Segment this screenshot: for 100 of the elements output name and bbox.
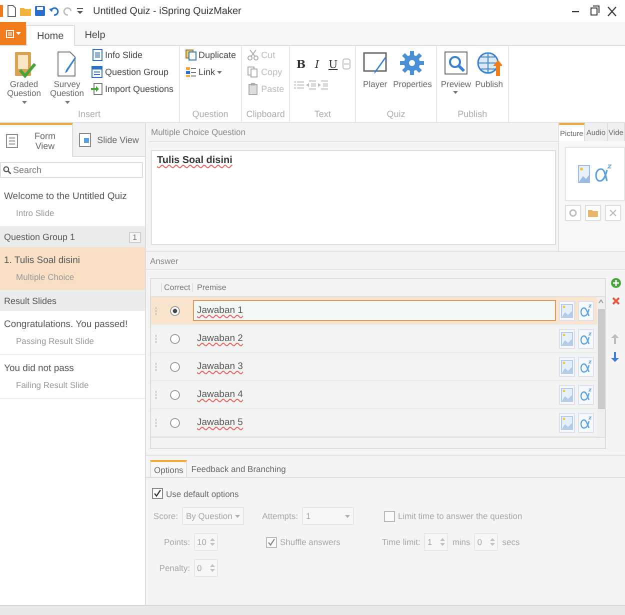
insert-picture-button[interactable] (559, 412, 575, 432)
radio-button[interactable] (170, 390, 180, 400)
radio-button[interactable] (170, 418, 180, 428)
drag-handle-icon[interactable] (155, 418, 157, 426)
open-folder-icon[interactable] (20, 6, 31, 16)
ribbon-button[interactable]: Question Group (90, 65, 175, 79)
ribbon-button[interactable]: Duplicate (184, 48, 238, 62)
insert-formula-button[interactable] (578, 384, 594, 404)
clipboard-icon (247, 83, 260, 95)
drag-handle-icon[interactable] (155, 306, 157, 314)
image-icon (561, 388, 573, 402)
search-field[interactable]: Search (0, 162, 143, 178)
answer-field[interactable]: Jawaban 1 (193, 300, 556, 321)
ribbon-tab[interactable]: Home (26, 25, 75, 46)
ribbon-button[interactable]: Graded Question (4, 48, 44, 109)
globe-arrow-icon (476, 50, 502, 78)
insert-picture-button[interactable] (559, 384, 575, 404)
copy-icon (247, 66, 260, 78)
slide-list-item[interactable]: 1. Tulis Soal disini Multiple Choice (0, 247, 145, 291)
settings-button[interactable] (565, 205, 581, 221)
insert-picture-button[interactable] (559, 300, 575, 320)
ribbon-button[interactable]: Link (184, 65, 238, 79)
answer-field[interactable]: Jawaban 4 (193, 384, 556, 405)
caret-icon (235, 514, 240, 518)
group-header[interactable]: Question Group 1 1 (0, 227, 145, 247)
slide-type: Multiple Choice (15, 272, 76, 282)
group-header[interactable]: Result Slides (0, 291, 145, 311)
app-menu-button[interactable] (0, 22, 26, 45)
list-icon (91, 66, 103, 78)
ribbon-group-label: Text (313, 109, 332, 121)
answer-row[interactable]: Jawaban 2 (151, 325, 597, 353)
ribbon-group-label: Clipboard (246, 109, 286, 121)
answer-field[interactable]: Jawaban 2 (193, 328, 556, 349)
ribbon-group-label: Insert (77, 109, 102, 121)
bullet-list-icon[interactable] (294, 80, 304, 90)
ribbon-group-label: Publish (456, 109, 488, 121)
formula-icon (580, 388, 592, 402)
insert-formula-button[interactable] (578, 412, 594, 432)
settings-icon (399, 50, 426, 78)
new-file-icon[interactable] (7, 5, 16, 17)
slide-title: You did not pass (4, 363, 75, 374)
ribbon-button[interactable]: Import Questions (90, 82, 175, 96)
move-up-icon[interactable] (611, 334, 619, 344)
answer-field[interactable]: Jawaban 3 (193, 356, 556, 377)
undo-icon[interactable] (49, 6, 59, 16)
insert-formula-button[interactable] (578, 328, 594, 348)
insert-formula-button[interactable] (578, 300, 594, 320)
move-down-icon[interactable] (611, 352, 619, 362)
insert-formula-button[interactable] (578, 356, 594, 376)
view-tab[interactable]: Form View (0, 123, 73, 157)
slide-title: 1. Tulis Soal disini (4, 255, 82, 266)
answer-row[interactable]: Jawaban 1 (151, 297, 597, 325)
ribbon-tab[interactable]: Help (74, 25, 116, 45)
add-icon[interactable] (611, 278, 621, 288)
radio-button[interactable] (170, 362, 180, 372)
insert-picture-button[interactable] (559, 356, 575, 376)
delete-icon[interactable] (611, 296, 621, 306)
answer-row[interactable]: Jawaban 5 (151, 409, 597, 437)
underline-button[interactable]: U (326, 56, 340, 72)
ribbon-button[interactable]: Preview (440, 48, 472, 109)
ribbon-button[interactable]: Survey Question (47, 48, 87, 109)
insert-picture-button[interactable] (559, 328, 575, 348)
slide-type: Intro Slide (15, 208, 56, 218)
section-header: Multiple Choice Question (149, 123, 558, 142)
scrollbar[interactable] (597, 297, 605, 437)
ribbon-button[interactable]: Player (360, 48, 390, 109)
field-label: Attempts: (261, 511, 298, 521)
close-icon[interactable] (605, 4, 619, 18)
drag-handle-icon[interactable] (155, 362, 157, 370)
drag-handle-icon[interactable] (155, 390, 157, 398)
window-title: Untitled Quiz - iSpring QuizMaker (93, 6, 242, 16)
folder-button[interactable] (585, 205, 601, 221)
search-icon (3, 166, 11, 174)
close-button[interactable] (605, 205, 621, 221)
image-icon[interactable] (578, 165, 590, 183)
answer-row[interactable]: Jawaban 3 (151, 353, 597, 381)
indent-decrease-icon[interactable] (306, 80, 316, 90)
indent-increase-icon[interactable] (318, 80, 328, 90)
ribbon-button[interactable]: Info Slide (90, 48, 175, 62)
ribbon-group-label: Question (191, 109, 230, 121)
answer-field[interactable]: Jawaban 5 (193, 412, 556, 433)
answer-row[interactable]: Jawaban 4 (151, 381, 597, 409)
document-icon (91, 49, 103, 61)
save-icon[interactable] (35, 6, 45, 16)
radio-button[interactable] (170, 306, 180, 316)
redo-icon[interactable] (63, 6, 73, 16)
app-logo-icon (0, 5, 3, 17)
radio-button[interactable] (170, 334, 180, 344)
image-icon (561, 304, 573, 318)
italic-button[interactable]: I (310, 56, 324, 72)
bold-button[interactable]: B (294, 56, 308, 72)
ribbon-button[interactable]: Publish (474, 48, 504, 109)
customize-toolbar-icon[interactable] (77, 8, 83, 14)
ribbon-button[interactable]: Properties (393, 48, 432, 109)
slide-icon (79, 132, 92, 146)
question-text-field[interactable]: Tulis Soal disini (151, 150, 556, 245)
field-label: Score: (152, 511, 178, 521)
formula-icon[interactable] (594, 164, 612, 184)
drag-handle-icon[interactable] (155, 334, 157, 342)
section-header: Answer (146, 251, 625, 270)
